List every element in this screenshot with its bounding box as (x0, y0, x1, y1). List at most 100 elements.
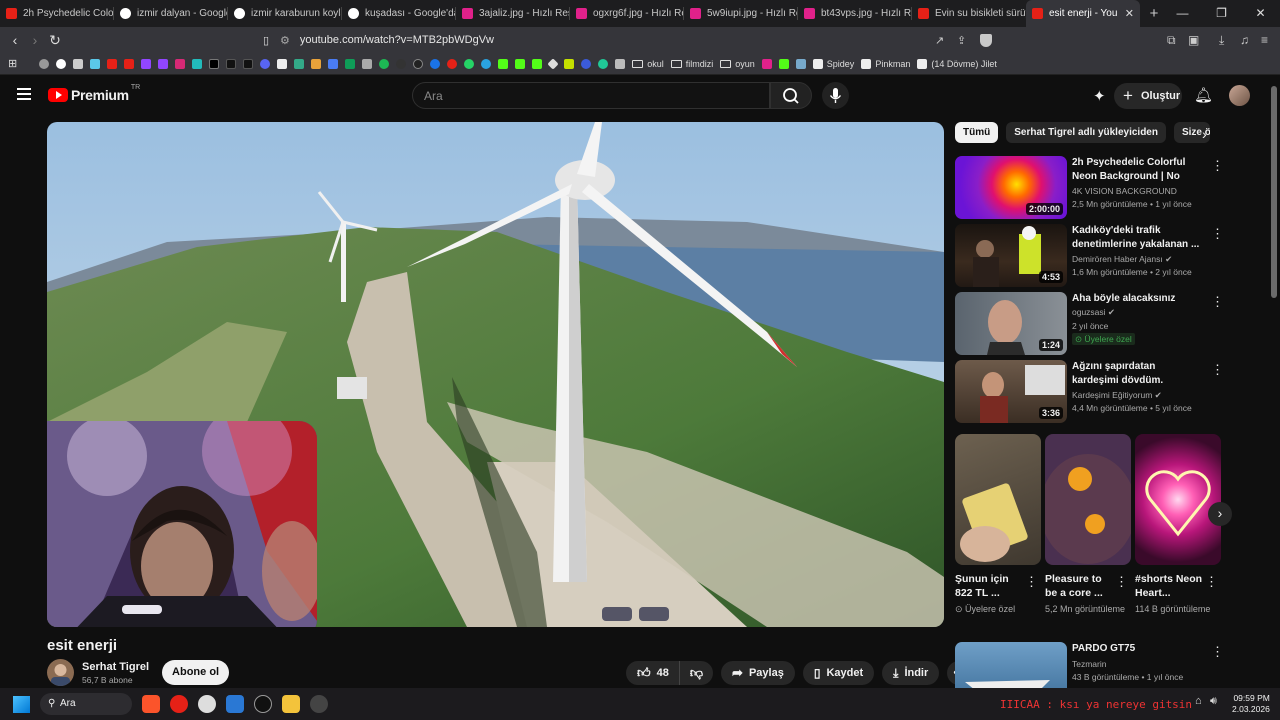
more-vert-icon[interactable]: ⋮ (1115, 574, 1128, 590)
bookmark-site-icon[interactable] (598, 58, 609, 69)
volume-icon[interactable]: 🔊︎ (1210, 695, 1217, 708)
maximize-icon[interactable]: ❐ (1202, 0, 1241, 27)
browser-tab[interactable]: 5w9iupi.jpg - Hızlı Resi (684, 0, 798, 27)
short-item[interactable]: Şunun için 822 TL ... ⊙ Üyelere özel ⋮ (955, 434, 1041, 615)
shorts-next-button[interactable]: › (1208, 502, 1232, 526)
kick-icon[interactable] (778, 58, 789, 69)
search-input[interactable]: Ara (412, 82, 770, 109)
youtube-icon[interactable] (107, 58, 118, 69)
tiktok-icon[interactable] (243, 58, 254, 69)
short-item[interactable]: Pleasure to be a core ... 5,2 Mn görüntü… (1045, 434, 1131, 615)
avatar[interactable] (1229, 85, 1250, 106)
url-field[interactable]: ⚙ youtube.com/watch?v=MTB2pbWDgVw (280, 30, 1005, 50)
apps-icon[interactable]: ⊞ (8, 57, 17, 70)
chevron-right-icon[interactable]: › (1202, 126, 1207, 142)
scrollbar[interactable] (1271, 86, 1277, 298)
short-thumbnail[interactable] (1135, 434, 1221, 565)
app-icon[interactable] (254, 695, 272, 713)
more-vert-icon[interactable]: ⋮ (1025, 574, 1038, 590)
browser-tab-active[interactable]: esit enerji - You ✕ (1026, 0, 1140, 27)
hamburger-menu-icon[interactable] (17, 88, 31, 100)
twitch-icon[interactable] (158, 58, 169, 69)
channel-name[interactable]: Serhat Tigrel (82, 661, 149, 673)
download-icon[interactable]: ⤓ (1219, 33, 1224, 48)
browser-tab[interactable]: 2h Psychedelic Colorfu (0, 0, 114, 27)
recommended-video[interactable]: 1:24 Aha böyle alacaksınız oguzsasi ✔ 2 … (955, 292, 1267, 356)
bookmark-site-icon[interactable] (311, 58, 322, 69)
discord-icon[interactable] (310, 695, 328, 713)
share-page-icon[interactable]: ⇪ (957, 34, 966, 47)
reload-icon[interactable]: ↻ (45, 32, 65, 49)
x-icon[interactable] (209, 58, 220, 69)
bookmark-site-icon[interactable] (294, 58, 305, 69)
more-vert-icon[interactable]: ⋮ (1211, 362, 1224, 378)
video-player[interactable] (47, 122, 944, 627)
instagram-icon[interactable] (175, 58, 186, 69)
brave-icon[interactable] (142, 695, 160, 713)
bookmark-site-icon[interactable] (761, 58, 772, 69)
github-icon[interactable] (413, 58, 424, 69)
save-button[interactable]: ▯ Kaydet (802, 661, 875, 685)
menu-icon[interactable]: ≡ (1261, 33, 1268, 47)
notifications-icon[interactable]: 🔔︎ (1194, 86, 1213, 104)
close-tab-icon[interactable]: ✕ (1125, 7, 1134, 20)
youtube-icon[interactable] (124, 58, 135, 69)
bookmark-site-icon[interactable] (581, 58, 592, 69)
voice-search-button[interactable] (822, 82, 849, 109)
bookmark-site-icon[interactable] (90, 58, 101, 69)
kick-icon[interactable] (532, 58, 543, 69)
telegram-icon[interactable] (481, 58, 492, 69)
media-icon[interactable]: ♫ (1240, 33, 1249, 47)
bookmark-site-icon[interactable] (547, 57, 559, 70)
short-item[interactable]: #shorts Neon Heart... 114 B görüntüleme … (1135, 434, 1221, 615)
sidebar-icon[interactable]: ▣ (1188, 33, 1199, 47)
browser-tab[interactable]: izmir dalyan - Google'c (114, 0, 228, 27)
video-thumbnail[interactable]: 2:00:00 (955, 156, 1067, 219)
bookmark-site-icon[interactable] (564, 58, 575, 69)
like-button[interactable]: 👍︎ 48 (626, 661, 680, 685)
windows-start-icon[interactable] (13, 695, 30, 713)
browser-tab[interactable]: ogxrg6f.jpg - Hızlı Resi (570, 0, 684, 27)
kick-icon[interactable] (498, 58, 509, 69)
history-icon[interactable] (39, 58, 50, 69)
bookmark-site-icon[interactable] (277, 58, 288, 69)
google-icon[interactable] (56, 58, 67, 69)
video-thumbnail[interactable]: 3:36 (955, 360, 1067, 423)
whatsapp-icon[interactable] (464, 58, 475, 69)
tiktok-icon[interactable] (226, 58, 237, 69)
chip-all[interactable]: Tümü (955, 122, 999, 143)
open-icon[interactable]: ↗ (935, 34, 944, 47)
more-vert-icon[interactable]: ⋮ (1211, 226, 1224, 242)
bookmark-site-icon[interactable] (615, 58, 626, 69)
youtube-premium-logo[interactable]: Premium TR (48, 84, 140, 103)
short-thumbnail[interactable] (1045, 434, 1131, 565)
translate-icon[interactable] (328, 58, 339, 69)
discord-icon[interactable] (260, 58, 271, 69)
download-button[interactable]: ⤓ İndir (882, 661, 940, 685)
bookmark-folder-oyun[interactable]: oyun (720, 59, 755, 69)
drive-icon[interactable] (345, 58, 356, 69)
file-explorer-icon[interactable] (282, 695, 300, 713)
bookmark-site-icon[interactable] (430, 58, 441, 69)
browser-tab[interactable]: kuşadası - Google'da A (342, 0, 456, 27)
photos-icon[interactable] (226, 695, 244, 713)
create-button[interactable]: + Oluştur (1114, 83, 1182, 109)
dislike-button[interactable]: 👎︎ (679, 661, 714, 685)
bookmark-site-icon[interactable] (795, 58, 806, 69)
back-icon[interactable]: ‹ (5, 32, 25, 48)
bookmark-spidey[interactable]: Spidey (812, 58, 854, 69)
bookmark-jilet[interactable]: (14 Dövme) Jilet (917, 58, 997, 69)
bookmark-folder-okul[interactable]: okul (632, 59, 664, 69)
forward-icon[interactable]: › (25, 32, 45, 48)
bookmark-icon[interactable]: ▯ (256, 34, 276, 47)
video-thumbnail[interactable]: 1:24 (955, 292, 1067, 355)
recommended-video[interactable]: 2:00:00 2h Psychedelic Colorful Neon Bac… (955, 156, 1267, 220)
subscribe-button[interactable]: Abone ol (162, 660, 230, 685)
site-info-icon[interactable]: ⚙ (280, 34, 290, 47)
app-icon[interactable] (198, 695, 216, 713)
search-button[interactable] (770, 82, 812, 109)
youtube-music-icon[interactable] (170, 695, 188, 713)
network-icon[interactable]: ⌂ (1195, 695, 1202, 707)
bookmark-site-icon[interactable] (396, 58, 407, 69)
chip-uploader[interactable]: Serhat Tigrel adlı yükleyiciden (1006, 122, 1166, 143)
